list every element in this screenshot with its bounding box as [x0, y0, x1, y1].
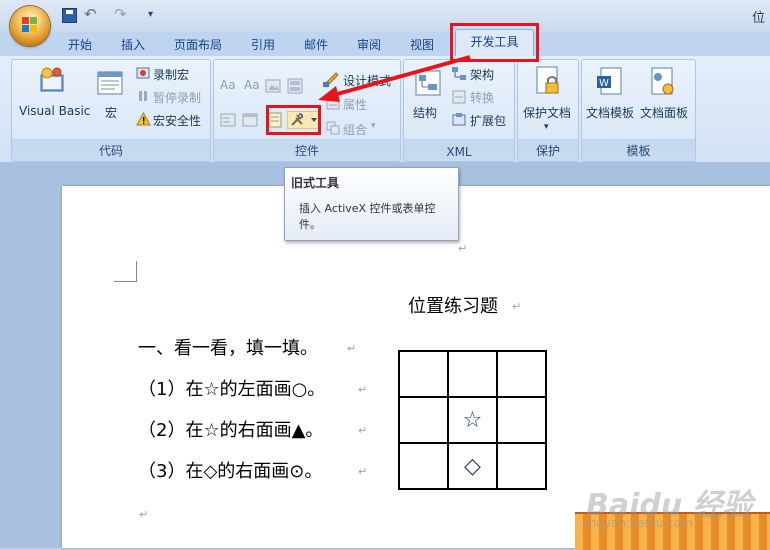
- group-icon: [326, 121, 340, 135]
- title-bar: ↶ ↷ ▾ 位: [0, 0, 770, 46]
- visual-basic-icon: [40, 67, 64, 92]
- undo-icon[interactable]: ↶: [84, 5, 108, 23]
- margin-marker: [114, 261, 137, 282]
- question-item-3[interactable]: （3）在◇的右面画⊙。: [138, 457, 322, 483]
- schema-icon: [452, 67, 466, 80]
- macros-button[interactable]: 宏: [105, 104, 117, 121]
- save-icon[interactable]: [62, 8, 77, 23]
- grid-cell[interactable]: [447, 350, 498, 398]
- grid-cell[interactable]: [398, 396, 449, 444]
- grid-cell[interactable]: [496, 350, 547, 398]
- tab-mailings[interactable]: 邮件: [304, 36, 328, 53]
- developer-tab-highlight: [450, 23, 539, 62]
- question-item-1[interactable]: （1）在☆的左面画○。: [138, 375, 325, 401]
- group-templates: W 文档模板 文档面板 模板: [581, 59, 696, 162]
- grid-cell-diamond[interactable]: ◇: [447, 442, 498, 490]
- pause-recording-icon: [139, 91, 147, 101]
- tab-references[interactable]: 引用: [251, 36, 275, 53]
- group-protect: 保护文档 ▾ 保护: [517, 59, 579, 162]
- group-protect-label: 保护: [535, 144, 560, 158]
- group-code: Visual Basic 宏 录制宏 暂停录制 宏安全性 代码: [11, 59, 211, 162]
- office-button[interactable]: [10, 6, 50, 46]
- design-mode-button[interactable]: 设计模式: [343, 72, 391, 89]
- baidu-watermark-url: jingyan.baidu.com: [582, 516, 693, 530]
- expansion-pack-button[interactable]: 扩展包: [470, 112, 506, 129]
- window-title: 位: [752, 11, 766, 26]
- tooltip-description: 插入 ActiveX 控件或表单控件。: [299, 202, 436, 231]
- protect-document-icon: [536, 66, 559, 94]
- group-templates-label: 模板: [626, 144, 651, 158]
- customize-qat-icon[interactable]: ▾: [148, 9, 164, 25]
- position-grid: ☆ ◇: [398, 350, 547, 490]
- expansion-pack-icon: [452, 113, 466, 126]
- chevron-down-icon[interactable]: ▾: [544, 122, 549, 132]
- macro-security-icon: [136, 112, 151, 126]
- properties-icon: [326, 96, 340, 110]
- svg-text:W: W: [599, 78, 609, 89]
- paragraph-mark: ↵: [458, 242, 468, 255]
- protect-document-button[interactable]: 保护文档: [523, 104, 571, 121]
- redo-icon[interactable]: ↷: [114, 5, 138, 23]
- document-title[interactable]: 位置练习题: [408, 292, 498, 318]
- ribbon: Visual Basic 宏 录制宏 暂停录制 宏安全性 代码 Aa Aa 设计…: [0, 56, 770, 163]
- picture-control-icon[interactable]: [265, 78, 281, 94]
- properties-button[interactable]: 属性: [343, 96, 367, 113]
- question-item-2[interactable]: （2）在☆的右面画▲。: [138, 416, 323, 442]
- grid-cell[interactable]: [398, 350, 449, 398]
- paragraph-mark: ↵: [358, 465, 368, 478]
- group-xml-label: XML: [446, 145, 472, 159]
- ribbon-tabs: 开始 插入 页面布局 引用 邮件 审阅 视图 开发工具: [0, 29, 770, 58]
- tooltip-title: 旧式工具: [291, 176, 340, 190]
- grid-cell[interactable]: [398, 442, 449, 490]
- tab-home[interactable]: 开始: [68, 36, 92, 53]
- chevron-down-icon[interactable]: ▾: [371, 121, 376, 131]
- document-template-icon: W: [597, 67, 622, 95]
- paragraph-mark: ↵: [512, 300, 522, 313]
- group-xml: 结构 架构 转换 扩展包 XML: [403, 59, 515, 162]
- design-mode-icon: [323, 72, 339, 88]
- grid-cell[interactable]: [496, 442, 547, 490]
- plain-text-control-icon[interactable]: Aa: [244, 78, 260, 92]
- paragraph-mark: ↵: [139, 508, 149, 521]
- paragraph-mark: ↵: [347, 342, 357, 355]
- tab-insert[interactable]: 插入: [121, 36, 145, 53]
- grid-cell[interactable]: [496, 396, 547, 444]
- visual-basic-button[interactable]: Visual Basic: [19, 104, 90, 118]
- building-block-control-icon[interactable]: [287, 78, 303, 94]
- record-macro-button[interactable]: 录制宏: [153, 66, 189, 83]
- document-panel-icon: [651, 67, 674, 95]
- legacy-tools-tooltip: 旧式工具 插入 ActiveX 控件或表单控件。: [284, 167, 459, 241]
- structure-button[interactable]: 结构: [413, 104, 437, 121]
- schema-button[interactable]: 架构: [470, 66, 494, 83]
- structure-icon: [415, 70, 441, 96]
- macros-icon: [97, 71, 123, 95]
- group-code-label: 代码: [98, 144, 123, 158]
- rich-text-control-icon[interactable]: Aa: [220, 78, 236, 92]
- paragraph-mark: ↵: [358, 383, 368, 396]
- combo-box-control-icon[interactable]: [220, 112, 236, 128]
- group-button[interactable]: 组合: [343, 121, 367, 138]
- tab-review[interactable]: 审阅: [357, 36, 381, 53]
- transform-button[interactable]: 转换: [470, 89, 494, 106]
- record-macro-icon: [136, 67, 150, 79]
- macro-security-button[interactable]: 宏安全性: [153, 112, 201, 129]
- tab-view[interactable]: 视图: [410, 36, 434, 53]
- transform-icon: [452, 90, 466, 104]
- document-template-button[interactable]: 文档模板: [586, 104, 634, 121]
- office-logo-icon: [22, 17, 37, 32]
- date-picker-control-icon[interactable]: [242, 112, 258, 128]
- pause-recording-button[interactable]: 暂停录制: [153, 89, 201, 106]
- legacy-tools-highlight: [266, 105, 321, 135]
- paragraph-mark: ↵: [358, 424, 368, 437]
- group-controls-label: 控件: [294, 144, 319, 158]
- grid-cell-star[interactable]: ☆: [447, 396, 498, 444]
- tab-page-layout[interactable]: 页面布局: [174, 36, 222, 53]
- document-panel-button[interactable]: 文档面板: [640, 104, 688, 121]
- question-heading[interactable]: 一、看一看，填一填。: [138, 334, 318, 360]
